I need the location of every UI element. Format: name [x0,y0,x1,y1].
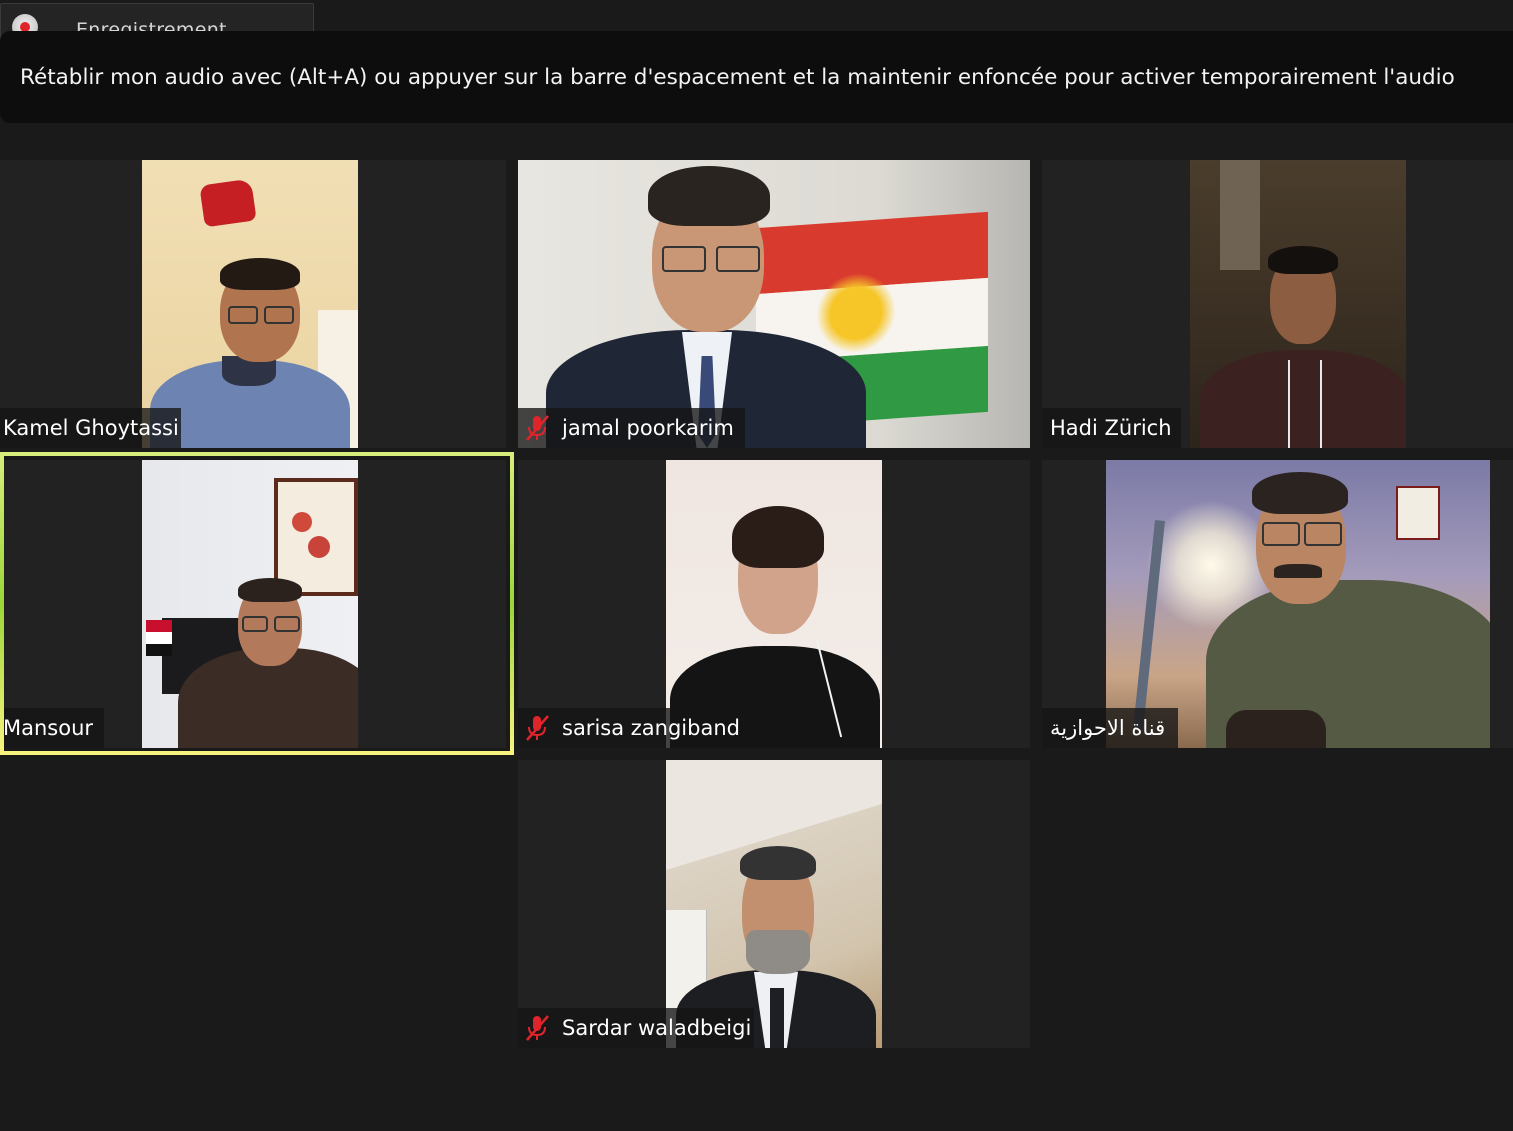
participant-name: Sardar waladbeigi [562,1016,752,1040]
participant-name-tag: sarisa zangiband [518,708,745,748]
participant-name: Hadi Zürich [1050,416,1172,440]
wall-painting [274,478,358,596]
participant-name: قناة الاحوازية [1050,716,1166,740]
logo-badge [1396,486,1440,540]
participant-name: sarisa zangiband [562,716,740,740]
participant-tile[interactable]: قناة الاحوازية [1042,460,1513,748]
participant-video [142,460,358,748]
participant-name-tag: Kamel Ghoytassi [0,408,181,448]
meeting-window: Kamel Ghoytassi jamal poorkarim Hadi Zür… [0,0,1513,1131]
participant-video [1106,460,1490,748]
participant-tile[interactable]: sarisa zangiband [518,460,1030,748]
participant-video [518,160,1030,448]
participant-name-tag: Sardar waladbeigi [518,1008,754,1048]
participant-tile[interactable]: Sardar waladbeigi [518,760,1030,1048]
participant-name-tag: jamal poorkarim [518,408,745,448]
red-bag [199,178,257,228]
participant-name: Mansour [3,716,94,740]
banner-text: Rétablir mon audio avec (Alt+A) ou appuy… [20,65,1455,90]
mic-muted-icon [526,715,549,741]
participant-video [666,460,882,748]
participant-video [142,160,358,448]
mic-muted-icon [526,415,549,441]
participant-name: jamal poorkarim [562,416,734,440]
participant-tile[interactable]: Hadi Zürich [1042,160,1513,448]
participant-name-tag: قناة الاحوازية [1042,708,1178,748]
participant-tile[interactable]: Kamel Ghoytassi [0,160,506,448]
syria-flag [146,620,172,656]
participant-name: Kamel Ghoytassi [3,416,179,440]
participant-name-tag: Hadi Zürich [1042,408,1181,448]
participant-video [1190,160,1406,448]
participant-video [666,760,882,1048]
unmute-hint-banner: Rétablir mon audio avec (Alt+A) ou appuy… [0,31,1513,123]
participant-name-tag: Mansour [0,708,104,748]
participant-tile[interactable]: jamal poorkarim [518,160,1030,448]
mic-muted-icon [526,1015,549,1041]
participant-tile[interactable]: Mansour [0,460,506,748]
